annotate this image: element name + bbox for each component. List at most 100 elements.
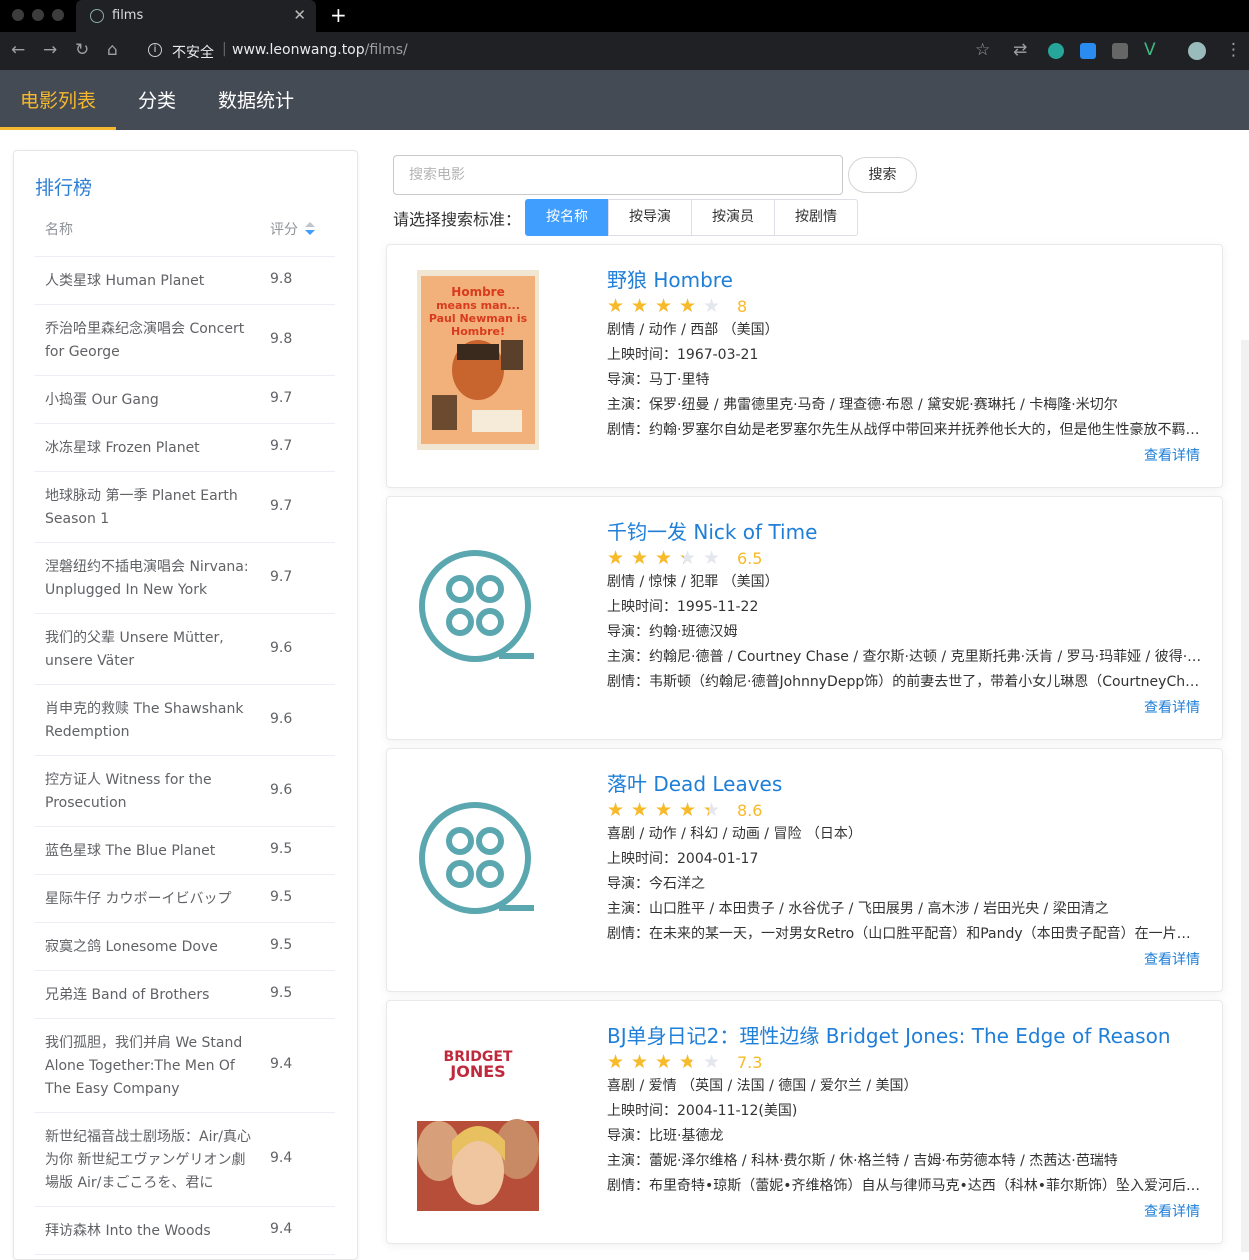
ranking-row[interactable]: 冰冻星球 Frozen Planet 9.7 — [35, 424, 335, 472]
view-details-link[interactable]: 查看详情 — [1144, 445, 1200, 465]
ranking-row-name: 我们的父辈 Unsere Mütter, unsere Väter — [45, 629, 224, 669]
ranking-row-name: 涅磐纽约不插电演唱会 Nirvana: Unplugged In New Yor… — [45, 558, 249, 598]
film-poster[interactable]: Hombre means man... Paul Newman is Hombr… — [417, 270, 539, 450]
view-details-link[interactable]: 查看详情 — [1144, 697, 1200, 717]
film-poster[interactable] — [417, 774, 539, 954]
browser-tab[interactable]: films ✕ — [76, 0, 316, 32]
sort-caret-icon[interactable] — [305, 222, 315, 236]
rating-star-icon: ★★ — [607, 1051, 625, 1073]
forward-icon[interactable]: → — [43, 40, 57, 60]
ranking-title: 排行榜 — [35, 177, 93, 199]
film-poster[interactable]: BRIDGET JONES — [417, 1026, 539, 1211]
reload-icon[interactable]: ↻ — [75, 40, 89, 60]
ranking-row[interactable]: 涅磐纽约不插电演唱会 Nirvana: Unplugged In New Yor… — [35, 543, 335, 614]
new-tab-icon[interactable]: + — [330, 3, 347, 27]
search-input[interactable]: 搜索电影 — [393, 155, 843, 195]
film-rating: ★★ ★★ ★★ ★★ ★★ 7.3 — [607, 1052, 1202, 1074]
film-title[interactable]: 野狼 Hombre — [607, 267, 1202, 293]
url-bar[interactable]: i 不安全 | www.leonwang.top/films/ — [140, 37, 1010, 65]
ranking-row[interactable]: 新世纪福音战士剧场版：Air/真心为你 新世紀エヴァンゲリオン劇場版 Air/ま… — [35, 1113, 335, 1207]
view-details-link[interactable]: 查看详情 — [1144, 1201, 1200, 1221]
rating-star-icon: ★★ — [679, 547, 697, 569]
film-rating: ★★ ★★ ★★ ★★ ★★ 6.5 — [607, 548, 1202, 570]
rating-star-icon: ★★ — [703, 1051, 721, 1073]
ranking-row[interactable]: 控方证人 Witness for the Prosecution 9.6 — [35, 756, 335, 827]
view-details-link[interactable]: 查看详情 — [1144, 949, 1200, 969]
rating-star-icon: ★★ — [631, 1051, 649, 1073]
extension-link-icon[interactable]: ⇄ — [1013, 40, 1027, 60]
ranking-row-score: 9.4 — [270, 1150, 293, 1166]
ranking-row[interactable]: 蓝色星球 The Blue Planet 9.5 — [35, 827, 335, 875]
criteria-by-actor[interactable]: 按演员 — [691, 199, 775, 236]
film-plot: 剧情：布里奇特•琼斯（蕾妮•齐维格饰）自从与律师马克•达西（科林•菲尔斯饰）坠入… — [607, 1178, 1202, 1194]
rating-star-icon: ★★ — [607, 799, 625, 821]
app-navbar: 电影列表 分类 数据统计 — [0, 70, 1249, 130]
menu-kebab-icon[interactable]: ⋮ — [1225, 40, 1242, 60]
extension-qr-icon[interactable] — [1112, 43, 1128, 59]
site-info-icon[interactable]: i — [148, 43, 162, 57]
minimize-window-icon[interactable] — [32, 9, 44, 21]
ranking-row[interactable]: 肖申克的救赎 The Shawshank Redemption 9.6 — [35, 685, 335, 756]
ranking-row-score: 9.7 — [270, 568, 293, 585]
rating-star-icon: ★★ — [679, 799, 697, 821]
film-director: 导演：比班·基德龙 — [607, 1128, 724, 1144]
maximize-window-icon[interactable] — [52, 9, 64, 21]
criteria-by-director[interactable]: 按导演 — [608, 199, 692, 236]
rating-star-icon: ★★ — [655, 547, 673, 569]
ranking-row[interactable]: 我们的父辈 Unsere Mütter, unsere Väter 9.6 — [35, 614, 335, 685]
ranking-row[interactable]: 我们孤胆，我们并肩 We Stand Alone Together:The Me… — [35, 1019, 335, 1113]
url-separator: | — [222, 41, 227, 57]
film-title[interactable]: 落叶 Dead Leaves — [607, 771, 1202, 797]
ranking-row[interactable]: 乔治哈里森纪念演唱会 Concert for George 9.8 — [35, 305, 335, 376]
nav-statistics[interactable]: 数据统计 — [218, 86, 294, 130]
poster-hombre: Hombre means man... Paul Newman is Hombr… — [417, 270, 539, 450]
ranking-row-score: 9.4 — [270, 1221, 293, 1237]
col-score[interactable]: 评分 — [270, 219, 298, 239]
film-poster[interactable] — [417, 522, 539, 702]
home-icon[interactable]: ⌂ — [107, 40, 118, 60]
ranking-row-name: 新世纪福音战士剧场版：Air/真心为你 新世紀エヴァンゲリオン劇場版 Air/ま… — [45, 1128, 251, 1191]
extension-cloud-icon[interactable] — [1080, 43, 1096, 59]
film-score: 8.6 — [737, 801, 763, 820]
ranking-row-score: 9.5 — [270, 841, 293, 857]
profile-avatar-icon[interactable] — [1188, 42, 1206, 60]
search-button[interactable]: 搜索 — [848, 157, 917, 193]
ranking-row[interactable]: 星际牛仔 カウボーイビバップ 9.5 — [35, 875, 335, 923]
page-scrollbar[interactable] — [1241, 340, 1249, 1252]
nav-category[interactable]: 分类 — [138, 86, 176, 130]
criteria-by-plot[interactable]: 按剧情 — [774, 199, 858, 236]
ranking-row-score: 9.7 — [270, 390, 293, 406]
film-card: 落叶 Dead Leaves ★★ ★★ ★★ ★★ ★★ 8.6 喜剧 / 动作 / 科… — [386, 748, 1223, 992]
film-title[interactable]: 千钧一发 Nick of Time — [607, 519, 1202, 545]
ranking-row[interactable]: 拜访森林 Into the Woods 9.4 — [35, 1207, 335, 1255]
back-icon[interactable]: ← — [11, 40, 25, 60]
ranking-row[interactable]: 兄弟连 Band of Brothers 9.5 — [35, 971, 335, 1019]
ranking-row-name: 人类星球 Human Planet — [45, 272, 205, 289]
ranking-row-score: 9.7 — [270, 497, 293, 514]
extension-vue-icon[interactable]: V — [1144, 40, 1156, 60]
nav-film-list[interactable]: 电影列表 — [0, 86, 117, 130]
ranking-row-score: 9.4 — [270, 1056, 293, 1072]
ranking-row[interactable]: 人类星球 Human Planet 9.8 — [35, 257, 335, 305]
close-tab-icon[interactable]: ✕ — [293, 6, 306, 24]
ranking-row[interactable]: 寂寞之鸽 Lonesome Dove 9.5 — [35, 923, 335, 971]
film-title[interactable]: BJ单身日记2：理性边缘 Bridget Jones: The Edge of … — [607, 1023, 1202, 1049]
url-host: www.leonwang.top — [232, 42, 365, 58]
film-cast: 主演：蕾妮·泽尔维格 / 科林·费尔斯 / 休·格兰特 / 吉姆·布劳德本特 /… — [607, 1153, 1118, 1169]
ranking-panel: 排行榜 名称 评分 人类星球 Human Planet 9.8 乔治哈里森纪念演… — [13, 150, 358, 1260]
rating-star-icon: ★★ — [703, 547, 721, 569]
film-reel-icon — [419, 550, 534, 662]
close-window-icon[interactable] — [12, 9, 24, 21]
film-rating: ★★ ★★ ★★ ★★ ★★ 8.6 — [607, 800, 1202, 822]
bookmark-star-icon[interactable]: ☆ — [975, 40, 990, 60]
col-name: 名称 — [45, 222, 73, 238]
ranking-row[interactable]: 地球脉动 第一季 Planet Earth Season 1 9.7 — [35, 472, 335, 543]
extension-m-icon[interactable] — [1048, 43, 1064, 59]
ranking-row-score: 9.8 — [270, 330, 293, 347]
url-text: www.leonwang.top/films/ — [232, 42, 408, 58]
rating-star-icon: ★★ — [607, 295, 625, 317]
ranking-row-name: 控方证人 Witness for the Prosecution — [45, 771, 212, 811]
criteria-by-name[interactable]: 按名称 — [525, 199, 609, 236]
ranking-row-score: 9.5 — [270, 985, 293, 1001]
ranking-row[interactable]: 小捣蛋 Our Gang 9.7 — [35, 376, 335, 424]
